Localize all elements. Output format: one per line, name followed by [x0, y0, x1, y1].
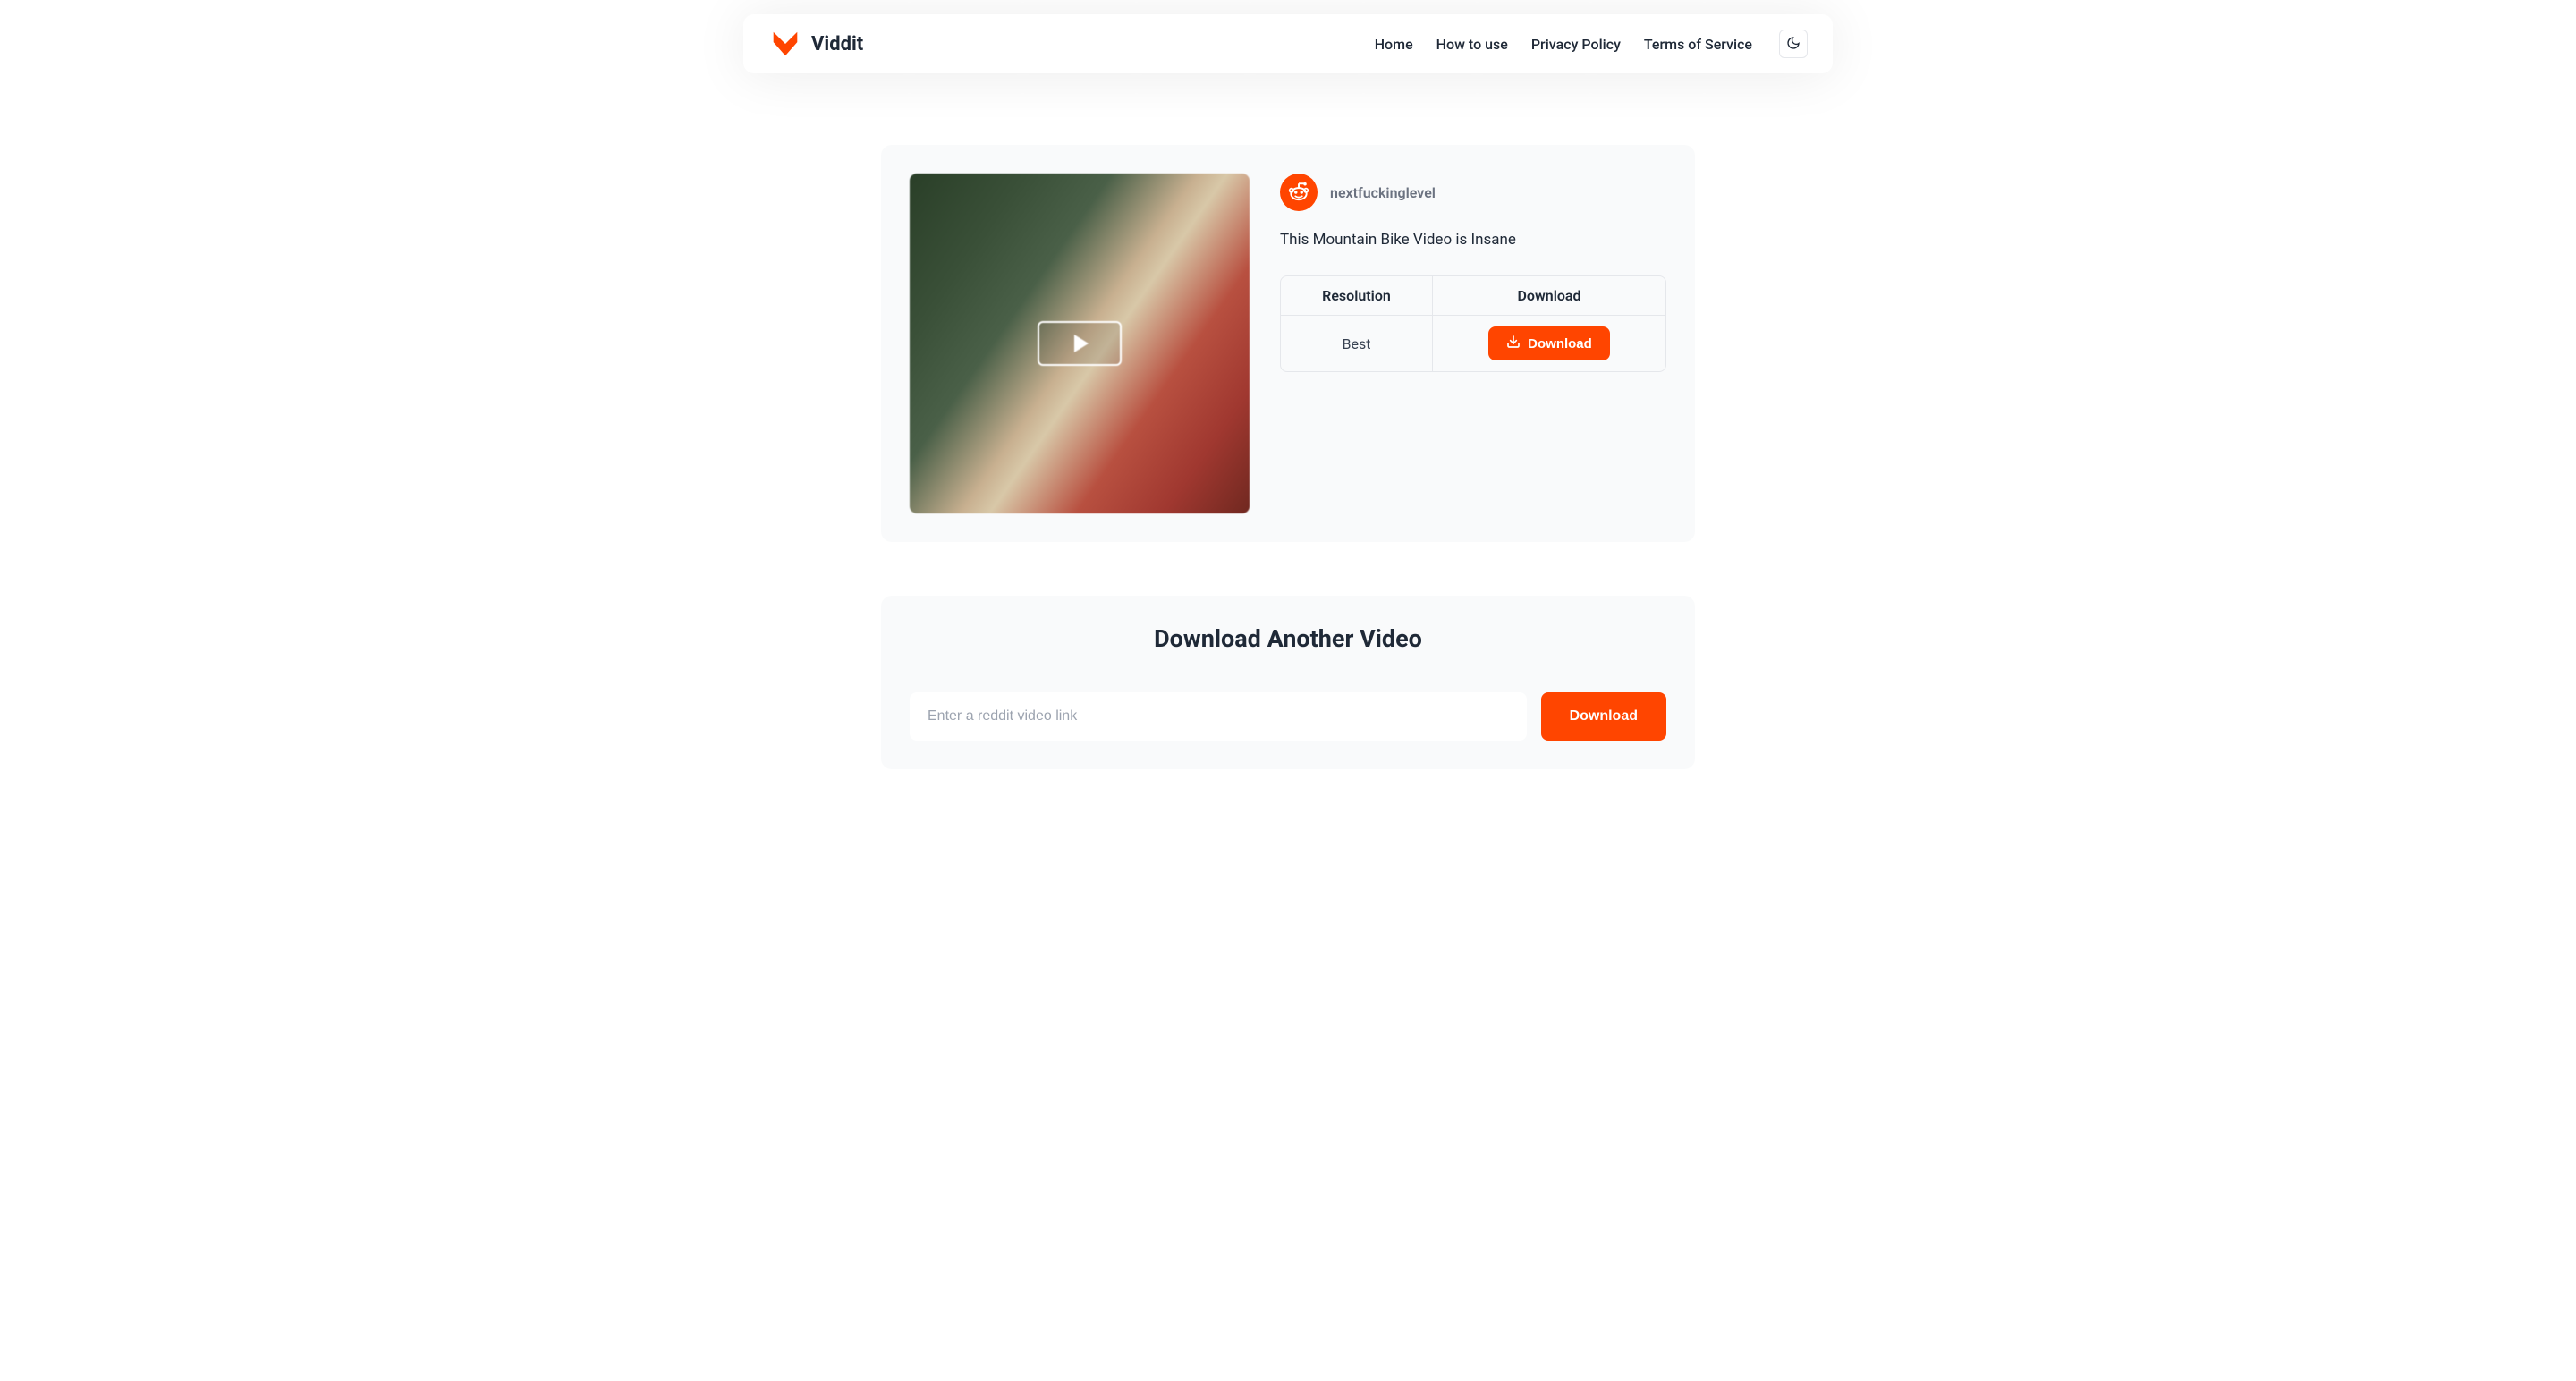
nav-links: Home How to use Privacy Policy Terms of … [1375, 30, 1808, 58]
video-title: This Mountain Bike Video is Insane [1280, 231, 1666, 249]
download-another-button[interactable]: Download [1541, 692, 1666, 741]
download-button-label: Download [1528, 336, 1592, 352]
nav-link-how-to-use[interactable]: How to use [1436, 36, 1508, 53]
download-table: Resolution Download Best [1280, 275, 1666, 372]
theme-toggle-button[interactable] [1779, 30, 1808, 58]
th-download: Download [1433, 276, 1665, 316]
subreddit-row: nextfuckinglevel [1280, 174, 1666, 211]
download-another-title: Download Another Video [910, 624, 1666, 653]
download-button[interactable]: Download [1488, 326, 1610, 360]
logo[interactable]: Viddit [768, 27, 863, 61]
reddit-link-input[interactable] [910, 692, 1527, 741]
cell-resolution: Best [1281, 316, 1433, 371]
th-resolution: Resolution [1281, 276, 1433, 316]
reddit-icon [1280, 174, 1318, 211]
viddit-logo-icon [768, 27, 802, 61]
subreddit-name[interactable]: nextfuckinglevel [1330, 184, 1436, 201]
moon-icon [1786, 36, 1801, 53]
download-another-card: Download Another Video Download [881, 596, 1695, 769]
brand-name: Viddit [811, 33, 863, 55]
play-icon [1074, 335, 1089, 352]
nav-link-privacy[interactable]: Privacy Policy [1531, 36, 1621, 53]
navbar: Viddit Home How to use Privacy Policy Te… [743, 14, 1833, 73]
download-icon [1506, 335, 1521, 352]
video-thumbnail [910, 174, 1250, 513]
play-button[interactable] [1038, 321, 1122, 366]
nav-link-home[interactable]: Home [1375, 36, 1413, 53]
video-info: nextfuckinglevel This Mountain Bike Vide… [1280, 174, 1666, 372]
video-result-card: nextfuckinglevel This Mountain Bike Vide… [881, 145, 1695, 542]
nav-link-terms[interactable]: Terms of Service [1644, 36, 1752, 53]
input-row: Download [910, 692, 1666, 741]
table-row: Best Download [1281, 316, 1665, 371]
